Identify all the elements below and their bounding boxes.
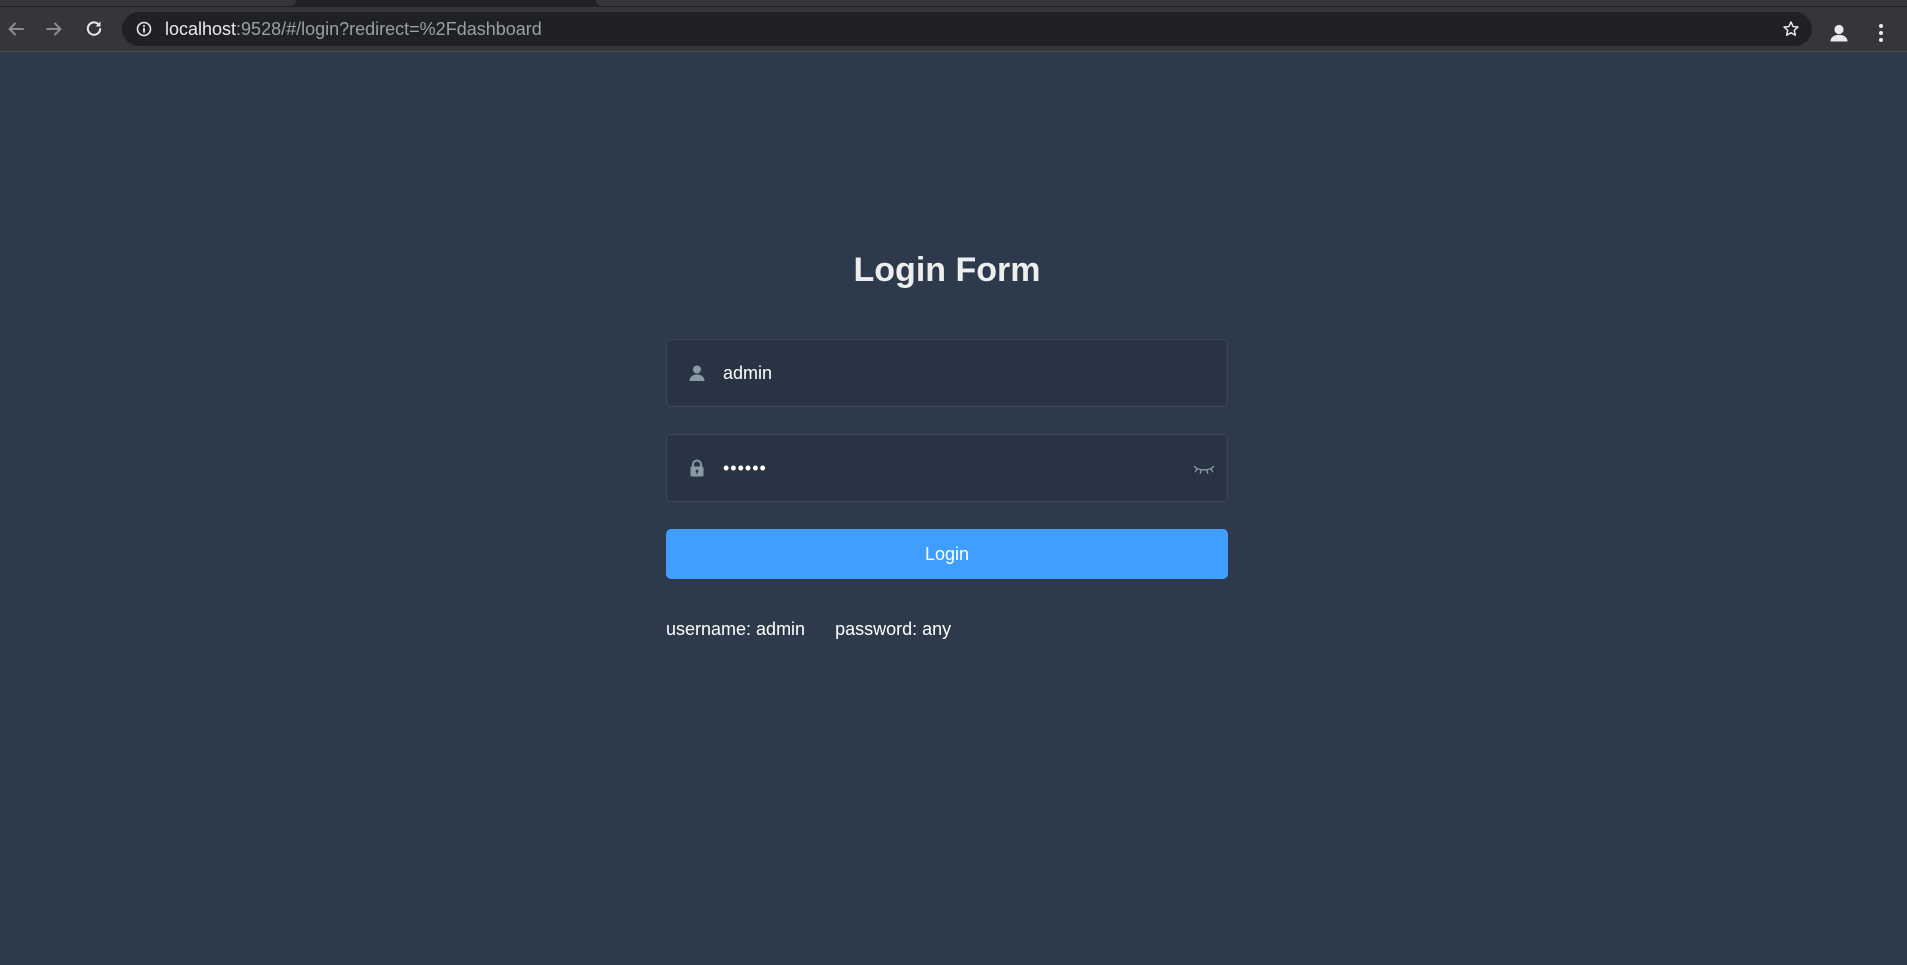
username-field[interactable]	[666, 339, 1228, 407]
browser-tab-strip	[0, 0, 1907, 7]
arrow-left-icon	[8, 22, 24, 36]
url-path: :9528/#/login?redirect=%2Fdashboard	[236, 19, 542, 39]
user-icon	[689, 365, 705, 381]
inactive-tab-right[interactable]	[596, 0, 1907, 6]
forward-button[interactable]	[38, 13, 70, 45]
address-bar[interactable]: localhost:9528/#/login?redirect=%2Fdashb…	[122, 12, 1812, 46]
lock-icon	[690, 459, 704, 477]
arrow-right-icon	[46, 22, 62, 36]
username-input[interactable]	[723, 340, 1173, 406]
login-form: Login Form Login username: admin password…	[666, 245, 1228, 639]
url-host: localhost	[165, 19, 237, 39]
login-button[interactable]: Login	[666, 529, 1228, 579]
password-field[interactable]	[666, 434, 1228, 502]
star-icon[interactable]	[1782, 20, 1800, 38]
back-button[interactable]	[0, 13, 32, 45]
reload-icon	[86, 21, 102, 36]
inactive-tab-left[interactable]	[0, 0, 296, 6]
url-text[interactable]: localhost:9528/#/login?redirect=%2Fdashb…	[165, 20, 542, 38]
person-icon[interactable]	[1826, 20, 1852, 46]
eye-closed-icon[interactable]	[1193, 460, 1215, 478]
tip-password: password: any	[835, 619, 952, 639]
password-input[interactable]	[723, 435, 1173, 501]
tip-username: username: admin	[666, 619, 806, 639]
login-tips: username: admin password: any	[666, 619, 1228, 639]
browser-toolbar: localhost:9528/#/login?redirect=%2Fdashb…	[0, 7, 1907, 52]
info-icon[interactable]	[136, 21, 152, 37]
reload-button[interactable]	[78, 13, 110, 45]
page-title: Login Form	[853, 251, 1041, 289]
kebab-menu-icon[interactable]	[1873, 20, 1889, 46]
